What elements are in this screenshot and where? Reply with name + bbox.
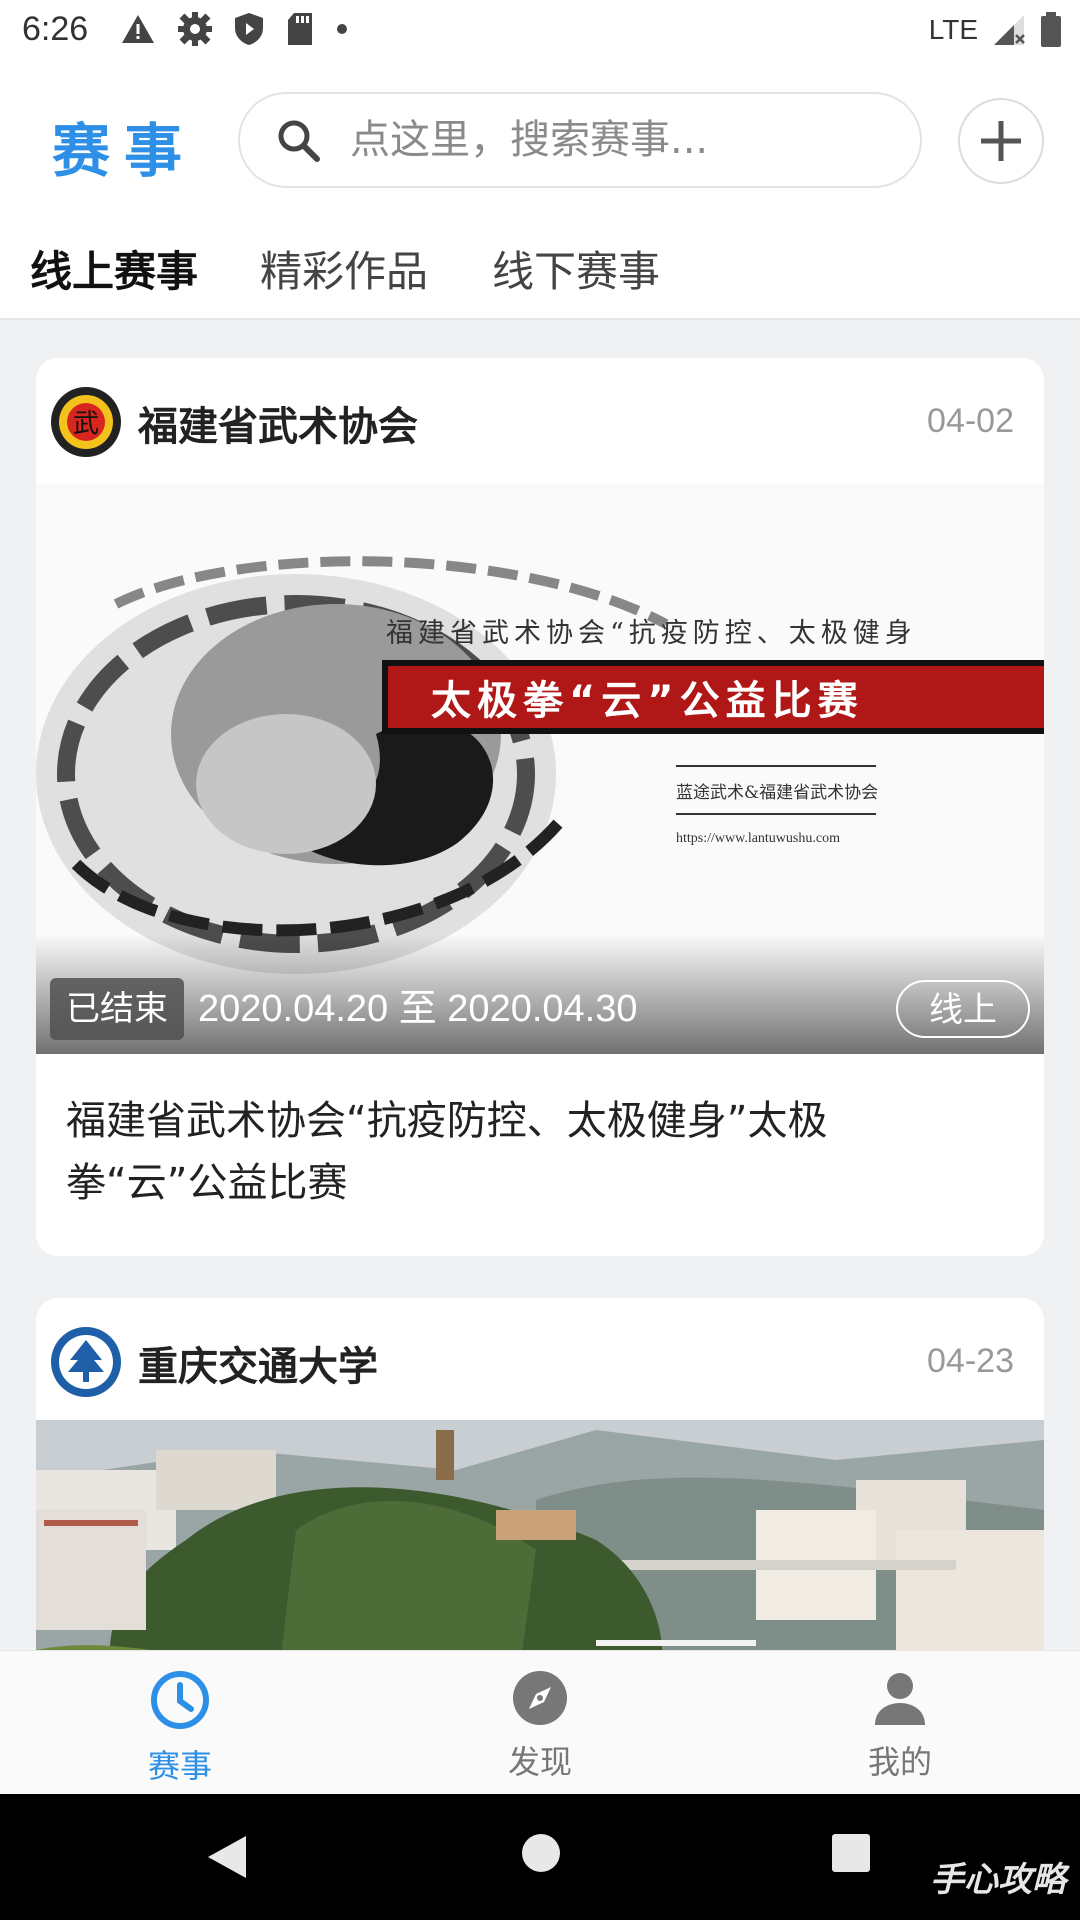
app-header: 赛事 xyxy=(0,64,1080,220)
tab-online-events[interactable]: 线上赛事 xyxy=(30,238,198,299)
page-title: 赛事 xyxy=(52,117,197,185)
cover-headline: 福建省武术协会“抗疫防控、太极健身 xyxy=(386,618,917,649)
cover-subtitle: 蓝途武术&福建省武术协会 xyxy=(676,783,878,803)
status-badge: 已结束 xyxy=(50,978,184,1040)
nav-item-profile[interactable]: 我的 xyxy=(820,1669,980,1783)
event-title[interactable]: 福建省武术协会“抗疫防控、太极健身”太极拳“云”公益比赛 xyxy=(36,1054,936,1256)
dot-icon xyxy=(337,24,347,34)
nav-label: 我的 xyxy=(867,1743,932,1781)
cover-photo xyxy=(36,1420,1044,1650)
org-logo-university xyxy=(51,1327,121,1397)
clock-icon xyxy=(151,1671,209,1729)
compass-icon xyxy=(513,1671,567,1725)
add-button[interactable] xyxy=(958,98,1044,184)
nav-item-discover[interactable]: 发现 xyxy=(460,1669,620,1783)
status-icons-right: LTE xyxy=(929,12,1062,48)
cover-url: https://www.lantuwushu.com xyxy=(676,831,840,846)
search-bar[interactable] xyxy=(238,92,922,188)
warning-icon xyxy=(122,15,154,43)
back-icon[interactable] xyxy=(204,1832,250,1882)
status-icons-left xyxy=(120,12,348,46)
card-header: 重庆交通大学 04-23 xyxy=(36,1298,1044,1420)
cover-banner: 太极拳“云”公益比赛 xyxy=(431,678,864,724)
plus-icon xyxy=(981,121,1021,161)
status-bar: 6:26 LTE xyxy=(0,0,1080,64)
event-date-range: 2020.04.20 至 2020.04.30 xyxy=(198,988,638,1030)
org-logo-char: 武 xyxy=(73,409,99,439)
sd-card-icon xyxy=(288,13,312,45)
event-cover-image[interactable] xyxy=(36,1420,1044,1650)
nav-item-events[interactable]: 赛事 xyxy=(100,1669,260,1787)
bottom-navigation: 赛事 发现 我的 xyxy=(0,1650,1080,1795)
event-card[interactable]: 重庆交通大学 04-23 xyxy=(36,1298,1044,1650)
nav-label: 赛事 xyxy=(147,1747,212,1785)
shield-icon xyxy=(235,13,263,45)
card-date: 04-02 xyxy=(927,402,1014,440)
recents-icon[interactable] xyxy=(830,1832,872,1874)
org-name[interactable]: 重庆交通大学 xyxy=(138,1334,378,1392)
signal-icon xyxy=(994,15,1025,45)
card-date: 04-23 xyxy=(927,1342,1014,1380)
status-time: 6:26 xyxy=(22,10,89,48)
event-card[interactable]: 武 福建省武术协会 04-02 福建省武术协会“抗疫防控、太极健身 太极拳“云”… xyxy=(36,358,1044,1256)
event-mode-tag: 线上 xyxy=(896,980,1030,1038)
org-logo-wushu: 武 xyxy=(51,387,121,457)
event-cover-image[interactable]: 福建省武术协会“抗疫防控、太极健身 太极拳“云”公益比赛 蓝途武术&福建省武术协… xyxy=(36,484,1044,1054)
org-name[interactable]: 福建省武术协会 xyxy=(138,394,418,452)
watermark: 手心攻略 xyxy=(930,1860,1066,1900)
category-tabs: 线上赛事 精彩作品 线下赛事 xyxy=(0,220,1080,320)
tab-featured-works[interactable]: 精彩作品 xyxy=(260,238,428,299)
card-header: 武 福建省武术协会 04-02 xyxy=(36,358,1044,484)
home-icon[interactable] xyxy=(520,1832,562,1874)
person-icon xyxy=(875,1673,925,1725)
network-type: LTE xyxy=(928,14,978,45)
battery-icon xyxy=(1041,12,1061,47)
system-navigation-bar xyxy=(0,1794,1080,1920)
nav-label: 发现 xyxy=(507,1743,572,1781)
gear-icon xyxy=(178,12,212,46)
search-input[interactable] xyxy=(348,116,872,164)
tab-offline-events[interactable]: 线下赛事 xyxy=(492,238,660,299)
event-feed[interactable]: 武 福建省武术协会 04-02 福建省武术协会“抗疫防控、太极健身 太极拳“云”… xyxy=(0,320,1080,1650)
search-icon xyxy=(278,120,320,162)
